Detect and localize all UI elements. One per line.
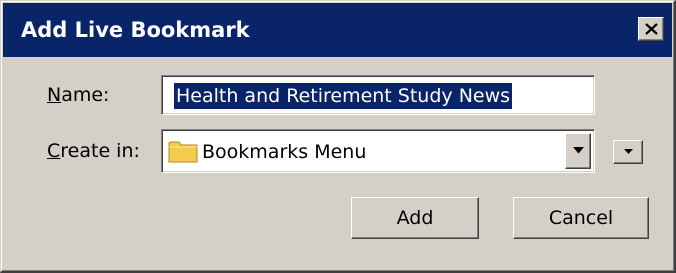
name-input-value: Health and Retirement Study News bbox=[174, 83, 513, 109]
create-in-select[interactable]: Bookmarks Menu bbox=[161, 129, 595, 173]
name-input[interactable]: Health and Retirement Study News bbox=[161, 75, 595, 115]
expand-folder-tree-button[interactable] bbox=[613, 140, 643, 164]
window-title: Add Live Bookmark bbox=[21, 18, 250, 42]
chevron-down-icon bbox=[573, 147, 584, 154]
name-label: Name: bbox=[47, 84, 110, 106]
add-button[interactable]: Add bbox=[351, 197, 479, 239]
create-in-label: Create in: bbox=[47, 140, 140, 162]
close-button[interactable] bbox=[638, 17, 664, 41]
create-in-dropdown-button[interactable] bbox=[565, 133, 591, 169]
expand-icon bbox=[624, 149, 633, 154]
folder-icon bbox=[168, 141, 198, 163]
add-live-bookmark-dialog: Add Live Bookmark Name: Health and Retir… bbox=[0, 0, 676, 273]
create-in-value: Bookmarks Menu bbox=[202, 141, 367, 163]
close-icon bbox=[645, 23, 658, 35]
title-bar[interactable]: Add Live Bookmark bbox=[3, 3, 672, 57]
cancel-button[interactable]: Cancel bbox=[513, 197, 649, 239]
